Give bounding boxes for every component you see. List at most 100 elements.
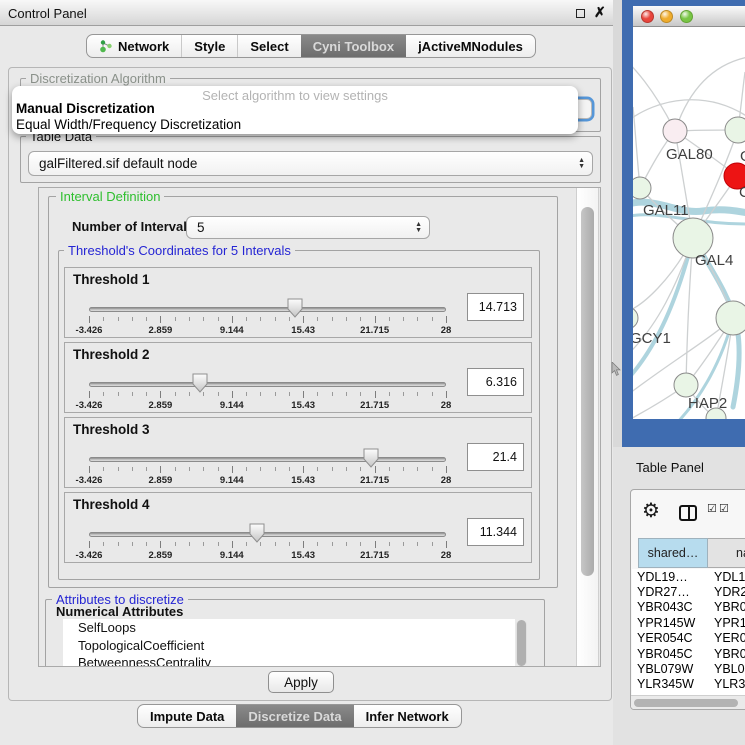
table-row[interactable]: YBL079WYBL0 — [632, 661, 745, 676]
control-panel-tabbar: Network Style Select Cyni Toolbox jActiveMNo… — [86, 34, 536, 58]
table-cell: YBR043C — [632, 600, 705, 614]
tick-label: 2.859 — [149, 400, 173, 411]
network-window-titlebar[interactable] — [633, 6, 745, 27]
threshold-1-slider-track[interactable] — [89, 307, 446, 312]
table-header-row: shared…na — [638, 538, 745, 568]
attributes-section: Attributes to discretize Numerical Attri… — [39, 590, 601, 666]
attributes-list-scrollbar[interactable] — [516, 620, 527, 666]
attribute-item[interactable]: SelfLoops — [63, 619, 515, 637]
table-row[interactable]: YPR145WYPR1 — [632, 615, 745, 630]
network-node[interactable] — [716, 301, 745, 335]
tab-impute-data-label: Impute Data — [150, 709, 224, 724]
table-row[interactable]: YDR27…YDR2 — [632, 584, 745, 599]
table-horizontal-scrollbar[interactable] — [631, 695, 745, 709]
tab-jactivemnodules[interactable]: jActiveMNodules — [406, 35, 535, 57]
table-row[interactable]: YER054CYER0 — [632, 631, 745, 646]
screen: Control Panel ✗ NetworkStyleSelectCyni T… — [0, 0, 745, 745]
checkbox-icon[interactable]: ☑ — [719, 503, 729, 515]
threshold-2-slider-thumb[interactable] — [192, 373, 208, 393]
network-node[interactable] — [663, 119, 687, 143]
threshold-4-slider-thumb[interactable] — [249, 523, 265, 543]
cyni-mode-tabbar: Impute Data Discretize DataInfer Network — [137, 704, 462, 728]
tab-cyni-toolbox-label: Cyni Toolbox — [313, 39, 394, 54]
table-row[interactable]: YBR043CYBR0 — [632, 600, 745, 615]
tab-discretize-data[interactable]: Discretize Data — [236, 705, 353, 727]
threshold-2-ticks: -3.4262.8599.14415.4321.71528 — [89, 391, 446, 413]
tab-select[interactable]: Select — [237, 35, 300, 57]
table-row[interactable]: YDL19…YDL1 — [632, 569, 745, 584]
network-node[interactable] — [674, 373, 698, 397]
close-icon[interactable]: ✗ — [594, 4, 606, 21]
table-row[interactable]: YBR045CYBR0 — [632, 646, 745, 661]
table-row[interactable]: YLR345WYLR3 — [632, 677, 745, 692]
attribute-item[interactable]: BetweennessCentrality — [63, 654, 515, 666]
table-cell: YBR0 — [705, 600, 745, 614]
tab-cyni-toolbox[interactable]: Cyni Toolbox — [301, 35, 406, 57]
combo-stepper-icon: ▲▼ — [415, 222, 422, 234]
tick-label: -3.426 — [76, 475, 103, 486]
tab-style[interactable]: Style — [181, 35, 237, 57]
algorithm-option-manual-discretization[interactable]: Manual Discretization — [16, 101, 155, 116]
zoom-traffic-light-icon[interactable] — [680, 10, 693, 23]
threshold-4-ticks: -3.4262.8599.14415.4321.71528 — [89, 541, 446, 563]
network-node[interactable] — [633, 307, 638, 329]
table-column-header[interactable]: shared… — [638, 538, 708, 568]
threshold-group-2: Threshold 2-3.4262.8599.14415.4321.71528… — [64, 342, 532, 413]
table-column-header[interactable]: na — [708, 538, 745, 568]
float-window-icon[interactable] — [576, 9, 585, 18]
minimize-traffic-light-icon[interactable] — [660, 10, 673, 23]
network-node[interactable] — [633, 177, 651, 199]
settings-scrollbar-thumb[interactable] — [581, 207, 594, 576]
close-traffic-light-icon[interactable] — [641, 10, 654, 23]
tick-label: 21.715 — [360, 400, 389, 411]
threshold-4-label: Threshold 4 — [73, 497, 150, 512]
threshold-group-1: Threshold 1-3.4262.8599.14415.4321.71528… — [64, 267, 532, 338]
threshold-1-label: Threshold 1 — [73, 272, 150, 287]
tick-label: 15.43 — [291, 550, 315, 561]
tab-select-label: Select — [250, 39, 288, 54]
checkbox-icon[interactable]: ☑ — [707, 503, 717, 515]
node-table-card: ⚙ ☑ ☑ shared…na YDL19…YDL1YDR27…YDR2YBR0… — [630, 489, 745, 710]
algorithm-option-equal-width-frequency-discretization[interactable]: Equal Width/Frequency Discretization — [16, 117, 241, 132]
table-panel: Table Panel ⚙ ☑ ☑ shared…na YDL19…YDL1YD… — [613, 447, 745, 745]
tab-impute-data[interactable]: Impute Data — [138, 705, 236, 727]
network-node[interactable] — [725, 117, 745, 143]
tab-network-label: Network — [118, 39, 169, 54]
network-icon — [99, 39, 113, 53]
attribute-item[interactable]: TopologicalCoefficient — [63, 637, 515, 655]
tab-style-label: Style — [194, 39, 225, 54]
table-cell: YDL19… — [632, 570, 705, 584]
table-hscroll-thumb[interactable] — [634, 699, 738, 707]
threshold-2-slider-track[interactable] — [89, 382, 446, 387]
tab-network[interactable]: Network — [87, 35, 181, 57]
split-columns-icon[interactable] — [679, 505, 697, 521]
network-node-label: HAP2 — [688, 395, 727, 412]
tick-label: -3.426 — [76, 550, 103, 561]
numerical-attributes-list[interactable]: SelfLoopsTopologicalCoefficientBetweenne… — [63, 619, 515, 666]
tab-infer-network[interactable]: Infer Network — [354, 705, 461, 727]
threshold-2-value-field[interactable]: 6.316 — [467, 368, 524, 396]
table-cell: YER054C — [632, 631, 705, 645]
table-cell: YDL1 — [705, 570, 745, 584]
table-cell: YLR345W — [632, 677, 705, 691]
table-cell: YBR045C — [632, 647, 705, 661]
threshold-4-value-field[interactable]: 11.344 — [467, 518, 524, 546]
number-of-intervals-combo[interactable]: 5 ▲▼ — [186, 216, 430, 239]
threshold-3-slider-track[interactable] — [89, 457, 446, 462]
table-data-combo-value: galFiltered.sif default node — [39, 156, 197, 171]
table-data-combo[interactable]: galFiltered.sif default node ▲▼ — [28, 151, 593, 176]
threshold-3-value-field[interactable]: 21.4 — [467, 443, 524, 471]
threshold-1-slider-thumb[interactable] — [287, 298, 303, 318]
network-node-label: GAL4 — [695, 252, 733, 269]
threshold-3-slider-thumb[interactable] — [363, 448, 379, 468]
tick-label: 28 — [441, 325, 452, 336]
gear-icon[interactable]: ⚙ — [642, 501, 660, 521]
tick-label: 2.859 — [149, 325, 173, 336]
apply-button[interactable]: Apply — [268, 671, 334, 693]
threshold-4-slider-track[interactable] — [89, 532, 446, 537]
tick-label: 28 — [441, 400, 452, 411]
threshold-1-value-field[interactable]: 14.713 — [467, 293, 524, 321]
table-cell: YDR2 — [705, 585, 745, 599]
network-canvas[interactable]: GAL80GAGAL11CGAL4GCY1HHAP2 — [633, 27, 745, 419]
network-node-label: GAL80 — [666, 146, 713, 163]
